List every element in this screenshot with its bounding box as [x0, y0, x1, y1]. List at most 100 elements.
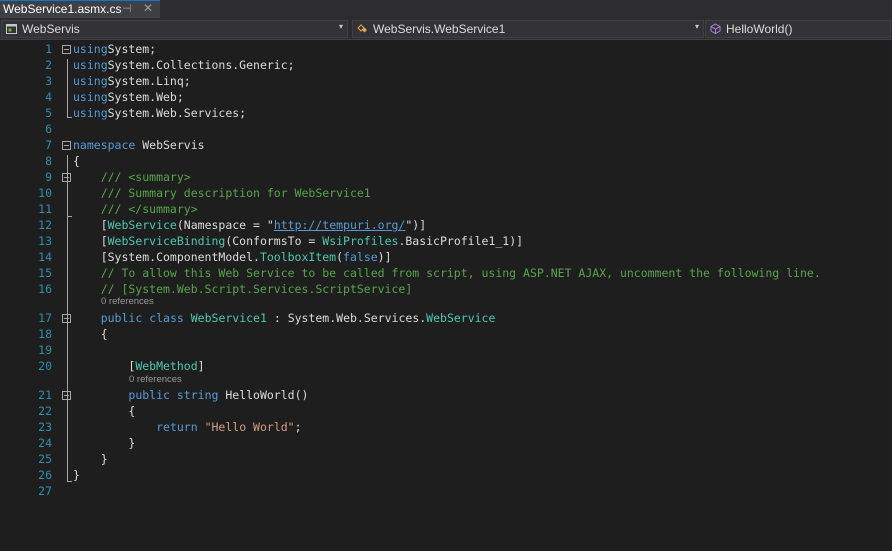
code-line[interactable]: 22 {: [0, 403, 892, 419]
line-number: 19: [38, 343, 52, 357]
code-token: System;: [107, 42, 157, 56]
line-number: 16: [38, 282, 52, 296]
code-text: [WebMethod]: [73, 359, 204, 373]
code-token: using: [73, 74, 108, 88]
line-number: 9: [45, 170, 52, 184]
code-token: /// Summary description for WebService1: [73, 186, 371, 200]
code-token: "Hello World": [204, 420, 295, 434]
code-line[interactable]: 10 /// Summary description for WebServic…: [0, 185, 892, 201]
code-line[interactable]: 8{: [0, 153, 892, 169]
line-number: 1: [45, 42, 52, 56]
code-text: [WebService(Namespace = "http://tempuri.…: [73, 218, 426, 232]
code-line[interactable]: 27: [0, 483, 892, 499]
line-number: 3: [45, 74, 52, 88]
code-line[interactable]: 14 [System.ComponentModel.ToolboxItem(fa…: [0, 249, 892, 265]
code-line[interactable]: 3 usingSystem.Linq;: [0, 73, 892, 89]
line-number: 4: [45, 90, 52, 104]
code-line[interactable]: 26}: [0, 467, 892, 483]
code-line[interactable]: 9 /// <summary>: [0, 169, 892, 185]
code-text: [WebServiceBinding(ConformsTo = WsiProfi…: [73, 234, 523, 248]
line-number: 18: [38, 327, 52, 341]
class-icon: [357, 24, 367, 33]
code-token: using: [73, 90, 108, 104]
code-line[interactable]: 2 usingSystem.Collections.Generic;: [0, 57, 892, 73]
chevron-down-icon: ▾: [694, 22, 699, 31]
type-dropdown[interactable]: WebServis.WebService1 ▾: [352, 20, 704, 38]
type-dropdown-value: WebServis.WebService1: [373, 22, 506, 36]
code-token: class: [149, 311, 184, 325]
code-token[interactable]: http://tempuri.org/: [274, 218, 406, 232]
code-line[interactable]: 18 {: [0, 326, 892, 342]
code-token: return: [156, 420, 198, 434]
code-line[interactable]: 15 // To allow this Web Service to be ca…: [0, 265, 892, 281]
code-text: namespace WebServis: [73, 138, 205, 152]
code-line[interactable]: 6: [0, 121, 892, 137]
line-number: 23: [38, 420, 52, 434]
tab-webservice1-asmx-cs[interactable]: WebService1.asmx.cs ⊣ ✕: [0, 0, 160, 18]
code-line[interactable]: 19: [0, 342, 892, 358]
method-icon: [710, 23, 721, 34]
code-token: [: [73, 218, 108, 232]
code-token: WebServiceBinding: [107, 234, 226, 248]
code-text: public string HelloWorld(): [73, 388, 308, 402]
code-text: usingSystem;: [73, 42, 156, 56]
project-dropdown-value: WebServis: [22, 22, 80, 36]
code-token: string: [176, 388, 219, 402]
code-token: System.Collections.Generic;: [107, 58, 295, 72]
collapse-icon[interactable]: [62, 173, 71, 182]
code-line[interactable]: 24 }: [0, 435, 892, 451]
code-text: public class WebService1 : System.Web.Se…: [73, 311, 496, 325]
code-token: /// </summary>: [73, 202, 198, 216]
code-line[interactable]: 5 usingSystem.Web.Services;: [0, 105, 892, 121]
code-line[interactable]: 23 return "Hello World";: [0, 419, 892, 435]
code-line[interactable]: 12 [WebService(Namespace = "http://tempu…: [0, 217, 892, 233]
code-line[interactable]: 1 usingSystem;: [0, 41, 892, 57]
line-number: 13: [38, 234, 52, 248]
pin-icon[interactable]: ⊣: [122, 2, 132, 15]
close-icon[interactable]: ✕: [143, 1, 153, 15]
code-token: WebService: [426, 311, 496, 325]
collapse-icon[interactable]: [62, 45, 71, 54]
line-number: 14: [38, 250, 52, 264]
code-token: false: [343, 250, 378, 264]
line-number: 7: [45, 138, 52, 152]
code-line[interactable]: 25 }: [0, 451, 892, 467]
member-dropdown[interactable]: HelloWorld(): [705, 20, 891, 38]
line-number: 5: [45, 106, 52, 120]
code-text: usingSystem.Web;: [73, 90, 184, 104]
line-number: 8: [45, 154, 52, 168]
code-text: {: [73, 327, 108, 341]
collapse-icon[interactable]: [62, 314, 71, 323]
code-line[interactable]: 11 /// </summary>: [0, 201, 892, 217]
code-line[interactable]: 7 namespace WebServis: [0, 137, 892, 153]
collapse-icon[interactable]: [62, 391, 71, 400]
code-line[interactable]: 21 public string HelloWorld(): [0, 387, 892, 403]
code-token: ")]: [405, 218, 427, 232]
project-dropdown[interactable]: WebServis ▾: [1, 20, 348, 38]
code-text: [System.ComponentModel.ToolboxItem(false…: [73, 250, 392, 264]
codelens-references[interactable]: 0 references: [101, 296, 154, 308]
code-text: }: [73, 436, 135, 450]
navigation-bar: WebServis ▾ WebServis.WebService1 ▾ Hell…: [0, 18, 892, 40]
code-line[interactable]: 20 [WebMethod]: [0, 358, 892, 374]
line-number: 6: [45, 122, 52, 136]
code-token: {: [73, 154, 80, 168]
line-number: 2: [45, 58, 52, 72]
code-editor[interactable]: 0 references 0 references 1 usingSystem; 2…: [0, 40, 892, 551]
code-text: }: [73, 452, 108, 466]
code-token: (Namespace = ": [176, 218, 274, 232]
code-text: usingSystem.Linq;: [73, 74, 191, 88]
collapse-icon[interactable]: [62, 141, 71, 150]
code-line[interactable]: 13 [WebServiceBinding(ConformsTo = WsiPr…: [0, 233, 892, 249]
codelens-references[interactable]: 0 references: [129, 374, 182, 386]
code-line[interactable]: 17 public class WebService1 : System.Web…: [0, 310, 892, 326]
code-line[interactable]: 16 // [System.Web.Script.Services.Script…: [0, 281, 892, 297]
code-text: return "Hello World";: [73, 420, 301, 434]
code-token: [: [73, 234, 108, 248]
line-number: 26: [38, 468, 52, 482]
code-line[interactable]: 4 usingSystem.Web;: [0, 89, 892, 105]
